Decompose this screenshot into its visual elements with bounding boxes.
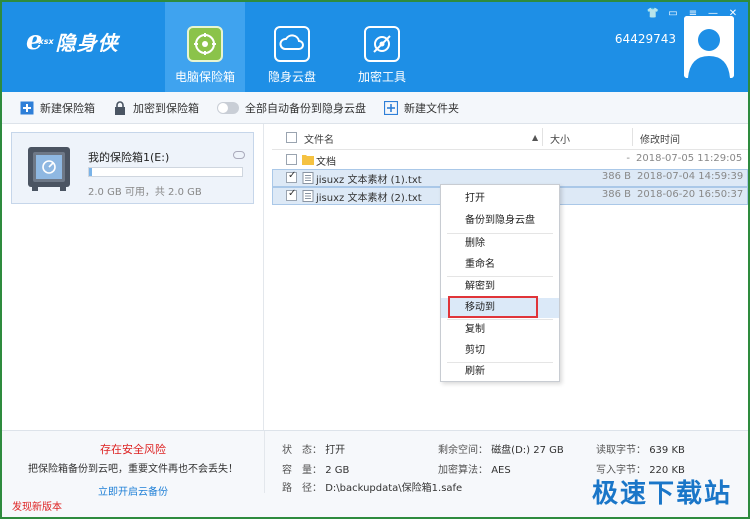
toggle-switch[interactable]: [217, 101, 239, 114]
text-file-icon: [302, 172, 314, 184]
menu-item-refresh[interactable]: 刷新: [441, 362, 559, 382]
free-space-field: 剩余空间： 磁盘(D:) 27 GB: [438, 441, 564, 456]
new-version-link[interactable]: 发现新版本: [12, 498, 62, 513]
file-row[interactable]: 文档 - 2018-07-05 11:29:05: [272, 151, 748, 169]
vault-card[interactable]: 我的保险箱1(E:) 2.0 GB 可用，共 2.0 GB: [11, 132, 254, 204]
menu-item-copy[interactable]: 复制: [441, 320, 559, 340]
new-folder-button[interactable]: 新建文件夹: [383, 100, 459, 116]
vault-capacity: 2.0 GB 可用，共 2.0 GB: [88, 187, 202, 198]
tab-label: 电脑保险箱: [174, 70, 235, 84]
vault-name: 我的保险箱1(E:): [88, 151, 170, 164]
new-vault-button[interactable]: 新建保险箱: [20, 100, 95, 116]
file-name: 文档: [316, 157, 336, 168]
sort-up-icon[interactable]: ▲: [532, 133, 538, 142]
read-bytes-field: 读取字节： 639 KB: [596, 441, 685, 456]
column-name[interactable]: 文件名: [304, 131, 334, 146]
avatar[interactable]: [684, 16, 734, 78]
shirt-icon[interactable]: 👕: [646, 8, 660, 20]
free-space-value: 磁盘(D:) 27 GB: [491, 445, 564, 456]
read-bytes-label: 读取字节：: [596, 445, 646, 456]
vault-usage-bar: [88, 167, 243, 177]
tab-encrypt-tools[interactable]: 加密工具: [342, 2, 422, 92]
add-folder-icon: [383, 100, 399, 115]
tab-label: 加密工具: [357, 70, 406, 84]
highlight-box: [448, 296, 538, 318]
bottom-divider: [264, 431, 265, 493]
menu-item-delete[interactable]: 删除: [441, 234, 559, 254]
menu-item-decrypt-to[interactable]: 解密到: [441, 277, 559, 297]
message-icon[interactable]: ▭: [666, 8, 680, 20]
algorithm-label: 加密算法：: [438, 465, 488, 476]
tab-label: 隐身云盘: [267, 70, 316, 84]
vault-usage-fill: [89, 168, 93, 176]
context-menu: 打开 备份到隐身云盘 删除 重命名 解密到 移动到 复制 剪切 刷新: [440, 184, 560, 382]
file-date: 2018-07-04 14:59:39: [637, 171, 744, 182]
file-name: jisuxz 文本素材 (2).txt: [316, 193, 422, 204]
new-folder-label: 新建文件夹: [404, 101, 459, 115]
status-label: 状 态：: [282, 445, 322, 456]
status-field: 状 态： 打开: [282, 441, 345, 456]
free-space-label: 剩余空间：: [438, 445, 488, 456]
risk-title: 存在安全风险: [100, 443, 166, 456]
logo-sub: xsx: [38, 36, 54, 46]
menu-item-rename[interactable]: 重命名: [441, 255, 559, 275]
user-id: 64429743: [614, 32, 676, 46]
logo-name: 隐身侠: [55, 30, 119, 55]
file-name: jisuxz 文本素材 (1).txt: [316, 175, 422, 186]
path-label: 路 径：: [282, 483, 322, 494]
column-divider: [542, 128, 543, 146]
capacity-label: 容 量：: [282, 465, 322, 476]
column-divider: [632, 128, 633, 146]
menu-item-cut[interactable]: 剪切: [441, 341, 559, 361]
encrypt-to-vault-button[interactable]: 加密到保险箱: [113, 100, 199, 116]
file-date: 2018-06-20 16:50:37: [637, 189, 744, 200]
auto-backup-toggle[interactable]: 全部自动备份到隐身云盘: [217, 100, 366, 116]
column-size[interactable]: 大小: [550, 131, 570, 146]
vault-list-panel: 我的保险箱1(E:) 2.0 GB 可用，共 2.0 GB: [2, 124, 264, 430]
menu-item-backup-cloud[interactable]: 备份到隐身云盘: [441, 211, 559, 231]
path-field: 路 径： D:\backupdata\保险箱1.safe: [282, 479, 462, 494]
app-window: e xsx 隐身侠 电脑保险箱 隐身云盘 加密工具 👕 ▭ ≡ — ✕ 6442…: [2, 2, 748, 517]
algorithm-value: AES: [491, 465, 511, 476]
folder-icon: [302, 154, 314, 165]
header-bar: e xsx 隐身侠 电脑保险箱 隐身云盘 加密工具 👕 ▭ ≡ — ✕ 6442…: [2, 2, 748, 92]
toolbar: 新建保险箱 加密到保险箱 全部自动备份到隐身云盘 新建文件夹: [2, 92, 748, 124]
tab-cloud-drive[interactable]: 隐身云盘: [252, 2, 332, 92]
cloud-icon: [274, 26, 310, 62]
encrypt-to-vault-label: 加密到保险箱: [133, 101, 199, 115]
safe-icon: [187, 26, 223, 62]
select-all-checkbox[interactable]: [286, 132, 297, 143]
plus-box-icon: [20, 101, 34, 115]
auto-backup-label: 全部自动备份到隐身云盘: [245, 101, 366, 115]
file-list-header: 文件名 ▲ 大小 修改时间: [272, 124, 748, 150]
status-panel: 存在安全风险 把保险箱备份到云吧，重要文件再也不会丢失！ 立即开启云备份 发现新…: [2, 430, 748, 517]
row-checkbox[interactable]: [286, 188, 297, 201]
status-value: 打开: [325, 445, 346, 456]
file-size: -: [626, 153, 630, 164]
capacity-field: 容 量： 2 GB: [282, 461, 349, 476]
path-value: D:\backupdata\保险箱1.safe: [325, 483, 463, 494]
risk-notice: 存在安全风险 把保险箱备份到云吧，重要文件再也不会丢失！ 立即开启云备份: [2, 441, 264, 498]
file-date: 2018-07-05 11:29:05: [636, 153, 743, 164]
vault-safe-icon: [26, 145, 72, 193]
tools-icon: [364, 26, 400, 62]
text-file-icon: [302, 190, 314, 202]
column-modified[interactable]: 修改时间: [640, 131, 680, 146]
file-size: 386 B: [601, 171, 631, 182]
cloud-status-icon: [233, 151, 245, 159]
read-bytes-value: 639 KB: [649, 445, 685, 456]
lock-icon: [113, 100, 127, 115]
menu-item-open[interactable]: 打开: [441, 189, 559, 209]
enable-backup-link[interactable]: 立即开启云备份: [2, 483, 264, 498]
risk-description: 把保险箱备份到云吧，重要文件再也不会丢失！: [28, 464, 238, 475]
app-logo: e xsx 隐身侠: [26, 26, 119, 56]
row-checkbox[interactable]: [286, 170, 297, 183]
row-checkbox[interactable]: [286, 154, 297, 165]
watermark: 极速下载站: [591, 479, 732, 509]
tab-computer-vault[interactable]: 电脑保险箱: [165, 2, 245, 92]
new-vault-label: 新建保险箱: [40, 101, 95, 115]
algorithm-field: 加密算法： AES: [438, 461, 511, 476]
capacity-value: 2 GB: [325, 465, 350, 476]
